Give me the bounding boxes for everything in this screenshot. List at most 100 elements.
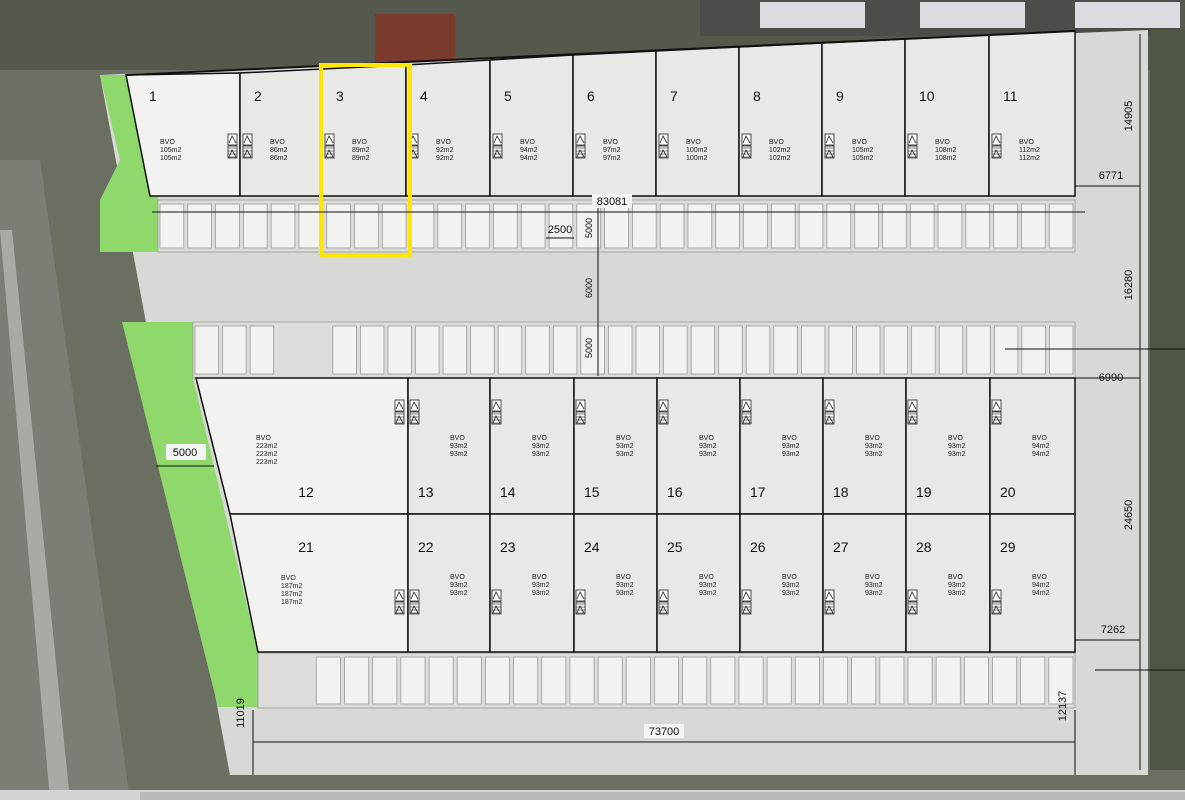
- unit-6[interactable]: [572, 50, 657, 197]
- parking-top-space: [882, 203, 907, 249]
- bvo-label-11: BVO: [1019, 139, 1034, 146]
- parking-mid-space: [911, 325, 936, 375]
- parking-mid-space: [856, 325, 881, 375]
- stair-icon: [409, 589, 420, 615]
- stair-icon: [991, 589, 1002, 615]
- unit-21[interactable]: [229, 513, 409, 653]
- bottom-bar-inner: [140, 792, 1185, 800]
- parking-top-space: [909, 203, 935, 249]
- unit-5[interactable]: [489, 54, 574, 197]
- unit-2[interactable]: [239, 68, 323, 197]
- parking-mid-space: [415, 325, 440, 375]
- bvo-label-9: BVO: [852, 139, 867, 146]
- unit-7[interactable]: [655, 46, 740, 197]
- bvo-area-16: 93m2: [699, 451, 717, 458]
- parking-mid-space: [938, 325, 964, 375]
- bvo-area-9: 105m2: [852, 147, 874, 154]
- parking-mid-space: [773, 325, 798, 375]
- units-row-bottom: 21BVO187m2187m2187m222BVO93m293m223BVO93…: [229, 513, 1076, 653]
- parking-top-space: [715, 203, 740, 249]
- bvo-area-15: 93m2: [616, 443, 634, 450]
- bvo-area-17: 93m2: [782, 451, 800, 458]
- bvo-area-19: 93m2: [948, 443, 966, 450]
- unit-10[interactable]: [904, 34, 990, 197]
- bvo-area-20: 94m2: [1032, 451, 1050, 458]
- bvo-area-23: 93m2: [532, 590, 550, 597]
- stair-icon: [575, 589, 586, 615]
- dim-6771: 6771: [1099, 170, 1123, 182]
- dim-2500: 2500: [548, 224, 572, 236]
- unit-number-20: 20: [1000, 484, 1016, 500]
- unit-number-7: 7: [670, 88, 678, 104]
- site-plan: 1 BVO 105m2 105m2 2 BVO 86m2 86m2 3 BVO 89m2 89m2 4 B…: [0, 0, 1185, 800]
- bvo-label-5: BVO: [520, 139, 535, 146]
- bvo-label-27: BVO: [865, 574, 880, 581]
- parking-mid-space: [387, 325, 412, 375]
- bvo-area-9: 105m2: [852, 155, 874, 162]
- stair-icon: [741, 589, 752, 615]
- parking-top-space: [631, 203, 657, 249]
- unit-number-23: 23: [500, 539, 516, 555]
- unit-number-11: 11: [1003, 88, 1018, 104]
- parking-mid-space: [663, 325, 688, 375]
- bvo-area-6: 97m2: [603, 147, 621, 154]
- bvo-area-18: 93m2: [865, 443, 883, 450]
- bvo-label-3: BVO: [352, 139, 367, 146]
- parking-mid-space: [497, 325, 523, 375]
- bvo-area-29: 94m2: [1032, 582, 1050, 589]
- stair-icon: [658, 399, 669, 425]
- stair-icon: [324, 133, 335, 159]
- parking-mid-space: [828, 325, 853, 375]
- bvo-area-5: 94m2: [520, 155, 538, 162]
- unit-11[interactable]: [988, 30, 1076, 197]
- bvo-area-22: 93m2: [450, 582, 468, 589]
- stair-icon: [227, 133, 238, 159]
- parking-mid-space: [552, 325, 578, 375]
- dim-11019: 11019: [235, 698, 247, 728]
- stair-icon: [907, 399, 918, 425]
- parking-top-space: [409, 203, 435, 249]
- unit-number-29: 29: [1000, 539, 1016, 555]
- unit-number-8: 8: [753, 88, 761, 104]
- bvo-area-16: 93m2: [699, 443, 717, 450]
- parking-top-space: [798, 203, 824, 249]
- dim-6000-road: 6000: [584, 278, 594, 298]
- unit-number-16: 16: [667, 484, 683, 500]
- bvo-area-24: 93m2: [616, 590, 634, 597]
- units-row-middle: 12BVO223m2223m2223m213BVO93m293m214BVO93…: [195, 377, 1076, 515]
- stair-icon: [409, 399, 420, 425]
- dim-5000-top: 5000: [584, 218, 594, 238]
- parking-top-space: [993, 203, 1018, 249]
- parking-mid-space: [470, 325, 495, 375]
- stair-icon: [824, 589, 835, 615]
- parking-bottom-space: [597, 656, 623, 705]
- unit-number-3: 3: [336, 88, 344, 104]
- parking-bottom-space: [456, 656, 482, 705]
- unit-number-2: 2: [254, 88, 262, 104]
- parking-bottom-space: [484, 656, 510, 705]
- unit-22[interactable]: [407, 513, 491, 653]
- parking-bottom-space: [879, 656, 905, 705]
- unit-number-19: 19: [916, 484, 932, 500]
- parking-top-space: [242, 203, 268, 249]
- bvo-label-23: BVO: [532, 574, 547, 581]
- parking-bottom-space: [992, 656, 1018, 705]
- unit-number-5: 5: [504, 88, 512, 104]
- unit-4[interactable]: [405, 59, 491, 197]
- unit-number-14: 14: [500, 484, 516, 500]
- bvo-area-12: 223m2: [256, 459, 278, 466]
- parking-top-space: [493, 203, 518, 249]
- unit-number-28: 28: [916, 539, 932, 555]
- unit-9[interactable]: [821, 38, 906, 197]
- parking-bottom-space: [400, 656, 426, 705]
- bvo-area-28: 93m2: [948, 582, 966, 589]
- unit-number-9: 9: [836, 88, 844, 104]
- bvo-area-22: 93m2: [450, 590, 468, 597]
- unit-8[interactable]: [738, 42, 823, 197]
- parking-bottom-space: [710, 656, 736, 705]
- unit-3[interactable]: [321, 64, 407, 197]
- parking-top-space: [1048, 203, 1074, 249]
- parking-bottom-space: [935, 656, 961, 705]
- parking-top-space: [437, 203, 463, 249]
- stair-icon: [741, 399, 752, 425]
